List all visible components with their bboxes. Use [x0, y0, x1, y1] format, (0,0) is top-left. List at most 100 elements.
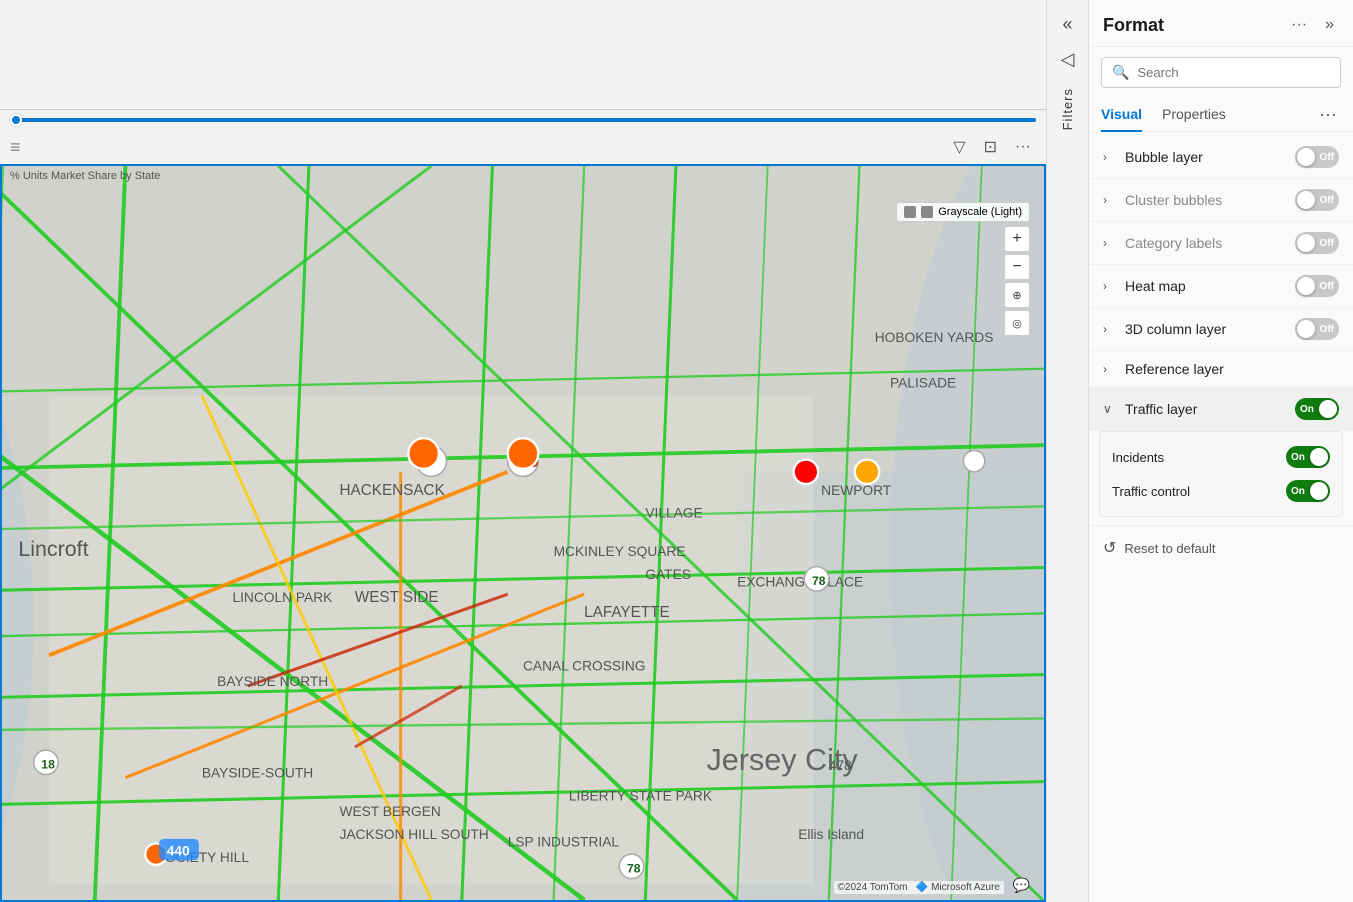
map-wrapper: % Units Market Share by State: [0, 164, 1046, 902]
zoom-in-button[interactable]: +: [1004, 226, 1030, 252]
map-label: % Units Market Share by State: [10, 170, 160, 182]
layer-item-bubble-layer[interactable]: › Bubble layer Off: [1089, 136, 1353, 179]
zoom-out-button[interactable]: −: [1004, 254, 1030, 280]
incidents-row: Incidents On: [1112, 440, 1330, 474]
chevron-right-icon: ›: [1103, 322, 1117, 336]
incidents-label: Incidents: [1112, 450, 1164, 465]
svg-text:HACKENSACK: HACKENSACK: [340, 482, 446, 499]
chevron-right-icon: ›: [1103, 279, 1117, 293]
svg-text:18: 18: [41, 757, 55, 771]
toggle-traffic-layer[interactable]: On: [1295, 398, 1339, 420]
toggle-knob: [1319, 400, 1337, 418]
toggle-category-labels[interactable]: Off: [1295, 232, 1339, 254]
traffic-control-row: Traffic control On: [1112, 474, 1330, 508]
toggle-incidents[interactable]: On: [1286, 446, 1330, 468]
toggle-knob: [1297, 148, 1315, 166]
tab-visual[interactable]: Visual: [1101, 98, 1142, 132]
filters-label: Filters: [1060, 88, 1075, 130]
map-area: ≡ ▽ ⊡ ··· % Units Market Share by State: [0, 0, 1046, 902]
layer-item-cluster-bubbles[interactable]: › Cluster bubbles Off: [1089, 179, 1353, 222]
toolbar-icons: ▽ ⊡ ···: [948, 134, 1036, 160]
svg-text:LINCOLN PARK: LINCOLN PARK: [232, 590, 333, 605]
svg-text:EXCHANGE PLACE: EXCHANGE PLACE: [737, 575, 863, 590]
svg-text:78: 78: [627, 861, 641, 875]
back-button[interactable]: ◁: [1057, 45, 1079, 74]
layer-name-category-labels: Category labels: [1125, 235, 1295, 251]
toggle-knob: [1297, 320, 1315, 338]
layers-list: › Bubble layer Off › Cluster bubbles Off…: [1089, 132, 1353, 902]
compass-button[interactable]: ⊕: [1004, 282, 1030, 308]
collapse-button[interactable]: «: [1058, 10, 1076, 39]
svg-text:VILLAGE: VILLAGE: [645, 506, 702, 521]
svg-text:CANAL CROSSING: CANAL CROSSING: [523, 659, 646, 674]
layer-name-reference-layer: Reference layer: [1125, 361, 1339, 377]
svg-text:GATES: GATES: [645, 567, 691, 582]
map-info-icon[interactable]: 💬: [1013, 877, 1030, 894]
header-more-button[interactable]: ···: [1286, 14, 1312, 36]
traffic-expanded-section: Incidents On Traffic control On: [1099, 431, 1343, 517]
slider-bar[interactable]: [10, 118, 1036, 122]
toggle-knob: [1297, 277, 1315, 295]
filter-button[interactable]: ▽: [948, 134, 970, 160]
map-copyright: ©2024 TomTom 🔷 Microsoft Azure: [834, 881, 1004, 894]
format-title: Format: [1103, 15, 1164, 36]
svg-text:LIBERTY STATE PARK: LIBERTY STATE PARK: [569, 789, 713, 804]
svg-text:HOBOKEN YARDS: HOBOKEN YARDS: [875, 330, 994, 345]
toggle-label: Off: [1320, 152, 1334, 163]
toggle-label: Off: [1320, 238, 1334, 249]
toggle-bubble-layer[interactable]: Off: [1295, 146, 1339, 168]
tab-properties[interactable]: Properties: [1162, 98, 1226, 132]
map-controls: + − ⊕ ◎: [1004, 226, 1030, 336]
filter-icon: ▽: [953, 139, 965, 156]
toggle-knob: [1297, 191, 1315, 209]
expand-button[interactable]: ⊡: [979, 134, 1002, 160]
layer-name-3d-column-layer: 3D column layer: [1125, 321, 1295, 337]
search-box[interactable]: 🔍: [1101, 57, 1341, 88]
map-style-icon: [921, 206, 933, 218]
layer-item-traffic-layer[interactable]: ∨ Traffic layer On: [1089, 388, 1353, 431]
toggle-3d-column-layer[interactable]: Off: [1295, 318, 1339, 340]
toggle-label-on: On: [1291, 452, 1305, 463]
tabs-more-button[interactable]: ···: [1315, 100, 1341, 129]
layer-name-bubble-layer: Bubble layer: [1125, 149, 1295, 165]
chevron-right-icon: ›: [1103, 150, 1117, 164]
svg-text:BAYSIDE-SOUTH: BAYSIDE-SOUTH: [202, 766, 313, 781]
more-options-button[interactable]: ···: [1010, 135, 1036, 159]
drag-handle-icon[interactable]: ≡: [10, 137, 23, 158]
layer-item-heat-map[interactable]: › Heat map Off: [1089, 265, 1353, 308]
chevron-right-icon: ›: [1103, 362, 1117, 376]
chevron-right-icon: ›: [1103, 236, 1117, 250]
toolbar-row: ≡ ▽ ⊡ ···: [0, 130, 1046, 164]
svg-text:440: 440: [167, 844, 190, 859]
toggle-label: Off: [1320, 324, 1334, 335]
reset-label: Reset to default: [1124, 541, 1215, 556]
map-canvas[interactable]: Lincroft Jersey City HACKENSACK LINCOLN …: [2, 166, 1044, 900]
location-button[interactable]: ◎: [1004, 310, 1030, 336]
svg-text:LSP INDUSTRIAL: LSP INDUSTRIAL: [508, 834, 620, 849]
svg-text:Lincroft: Lincroft: [18, 537, 88, 561]
layer-item-reference-layer[interactable]: › Reference layer: [1089, 351, 1353, 388]
toggle-knob: [1310, 448, 1328, 466]
toggle-cluster-bubbles[interactable]: Off: [1295, 189, 1339, 211]
svg-text:JACKSON HILL SOUTH: JACKSON HILL SOUTH: [340, 827, 489, 842]
toggle-heat-map[interactable]: Off: [1295, 275, 1339, 297]
layer-item-3d-column-layer[interactable]: › 3D column layer Off: [1089, 308, 1353, 351]
svg-text:WEST SIDE: WEST SIDE: [355, 589, 439, 606]
svg-text:BAYSIDE NORTH: BAYSIDE NORTH: [217, 674, 328, 689]
map-style-badge[interactable]: Grayscale (Light): [896, 202, 1030, 222]
toggle-label: Off: [1320, 281, 1334, 292]
expand-icon: ⊡: [984, 139, 997, 156]
layer-item-category-labels[interactable]: › Category labels Off: [1089, 222, 1353, 265]
more-icon: ···: [1015, 138, 1031, 155]
filters-strip: « ◁ Filters: [1046, 0, 1088, 902]
slider-handle[interactable]: [10, 114, 22, 126]
header-nav-fwd-button[interactable]: »: [1320, 14, 1339, 36]
toggle-knob: [1310, 482, 1328, 500]
svg-text:478: 478: [829, 758, 852, 773]
toggle-label-on: On: [1300, 404, 1314, 415]
svg-text:MCKINLEY SQUARE: MCKINLEY SQUARE: [554, 544, 686, 559]
reset-row[interactable]: ↺ Reset to default: [1089, 525, 1353, 570]
slider-container[interactable]: [0, 110, 1046, 130]
toggle-traffic-control[interactable]: On: [1286, 480, 1330, 502]
search-input[interactable]: [1137, 65, 1330, 80]
